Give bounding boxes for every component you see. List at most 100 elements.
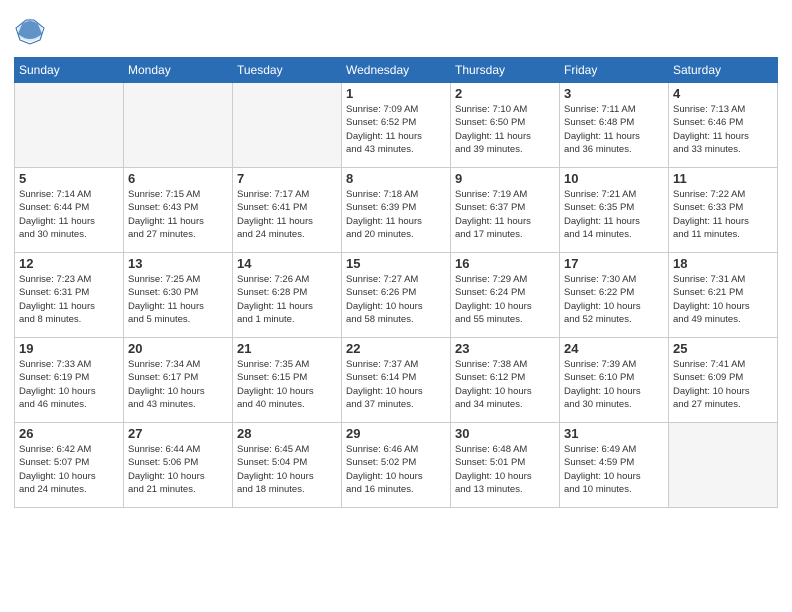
week-row-0: 1 Sunrise: 7:09 AM Sunset: 6:52 PM Daylig… <box>15 83 778 168</box>
calendar-cell: 1 Sunrise: 7:09 AM Sunset: 6:52 PM Daylig… <box>342 83 451 168</box>
day-info: Sunrise: 7:25 AM Sunset: 6:30 PM Dayligh… <box>128 273 228 326</box>
day-info: Sunrise: 7:35 AM Sunset: 6:15 PM Dayligh… <box>237 358 337 411</box>
calendar-cell: 15Sunrise: 7:27 AM Sunset: 6:26 PM Dayli… <box>342 253 451 338</box>
calendar-cell: 5 Sunrise: 7:14 AM Sunset: 6:44 PM Daylig… <box>15 168 124 253</box>
day-number: 15 <box>346 256 446 271</box>
day-number: 9 <box>455 171 555 186</box>
day-number: 20 <box>128 341 228 356</box>
weekday-header-row: SundayMondayTuesdayWednesdayThursdayFrid… <box>15 58 778 83</box>
week-row-2: 12 Sunrise: 7:23 AM Sunset: 6:31 PM Dayli… <box>15 253 778 338</box>
weekday-header-thursday: Thursday <box>451 58 560 83</box>
week-row-4: 26Sunrise: 6:42 AM Sunset: 5:07 PM Dayli… <box>15 423 778 508</box>
day-info: Sunrise: 7:17 AM Sunset: 6:41 PM Dayligh… <box>237 188 337 241</box>
day-number: 3 <box>564 86 664 101</box>
calendar-cell: 13 Sunrise: 7:25 AM Sunset: 6:30 PM Dayli… <box>124 253 233 338</box>
day-number: 25 <box>673 341 773 356</box>
day-number: 1 <box>346 86 446 101</box>
day-info: Sunrise: 7:18 AM Sunset: 6:39 PM Dayligh… <box>346 188 446 241</box>
calendar-cell: 25 Sunrise: 7:41 AM Sunset: 6:09 PM Dayli… <box>669 338 778 423</box>
header <box>14 10 778 51</box>
day-info: Sunrise: 7:15 AM Sunset: 6:43 PM Dayligh… <box>128 188 228 241</box>
day-info: Sunrise: 7:37 AM Sunset: 6:14 PM Dayligh… <box>346 358 446 411</box>
calendar-table: SundayMondayTuesdayWednesdayThursdayFrid… <box>14 57 778 508</box>
weekday-header-monday: Monday <box>124 58 233 83</box>
day-info: Sunrise: 7:09 AM Sunset: 6:52 PM Dayligh… <box>346 103 446 156</box>
day-number: 16 <box>455 256 555 271</box>
calendar-cell: 16 Sunrise: 7:29 AM Sunset: 6:24 PM Dayli… <box>451 253 560 338</box>
day-info: Sunrise: 7:14 AM Sunset: 6:44 PM Dayligh… <box>19 188 119 241</box>
day-number: 28 <box>237 426 337 441</box>
logo <box>14 14 48 51</box>
calendar-cell: 29Sunrise: 6:46 AM Sunset: 5:02 PM Dayli… <box>342 423 451 508</box>
logo-icon <box>14 14 46 46</box>
calendar-cell: 14 Sunrise: 7:26 AM Sunset: 6:28 PM Dayli… <box>233 253 342 338</box>
page-container: SundayMondayTuesdayWednesdayThursdayFrid… <box>0 0 792 612</box>
day-info: Sunrise: 7:11 AM Sunset: 6:48 PM Dayligh… <box>564 103 664 156</box>
day-info: Sunrise: 7:34 AM Sunset: 6:17 PM Dayligh… <box>128 358 228 411</box>
calendar-cell: 7 Sunrise: 7:17 AM Sunset: 6:41 PM Daylig… <box>233 168 342 253</box>
calendar-cell: 2Sunrise: 7:10 AM Sunset: 6:50 PM Daylig… <box>451 83 560 168</box>
day-number: 14 <box>237 256 337 271</box>
day-number: 27 <box>128 426 228 441</box>
calendar-cell: 26Sunrise: 6:42 AM Sunset: 5:07 PM Dayli… <box>15 423 124 508</box>
day-info: Sunrise: 7:22 AM Sunset: 6:33 PM Dayligh… <box>673 188 773 241</box>
day-info: Sunrise: 7:41 AM Sunset: 6:09 PM Dayligh… <box>673 358 773 411</box>
day-number: 2 <box>455 86 555 101</box>
day-number: 31 <box>564 426 664 441</box>
day-number: 26 <box>19 426 119 441</box>
weekday-header-tuesday: Tuesday <box>233 58 342 83</box>
day-info: Sunrise: 6:49 AM Sunset: 4:59 PM Dayligh… <box>564 443 664 496</box>
day-info: Sunrise: 6:45 AM Sunset: 5:04 PM Dayligh… <box>237 443 337 496</box>
day-number: 18 <box>673 256 773 271</box>
day-info: Sunrise: 7:30 AM Sunset: 6:22 PM Dayligh… <box>564 273 664 326</box>
calendar-cell <box>669 423 778 508</box>
day-number: 13 <box>128 256 228 271</box>
calendar-cell: 27 Sunrise: 6:44 AM Sunset: 5:06 PM Dayli… <box>124 423 233 508</box>
calendar-cell: 31 Sunrise: 6:49 AM Sunset: 4:59 PM Dayli… <box>560 423 669 508</box>
calendar-cell: 28 Sunrise: 6:45 AM Sunset: 5:04 PM Dayli… <box>233 423 342 508</box>
day-number: 10 <box>564 171 664 186</box>
calendar-cell <box>15 83 124 168</box>
calendar-cell: 9 Sunrise: 7:19 AM Sunset: 6:37 PM Daylig… <box>451 168 560 253</box>
day-number: 11 <box>673 171 773 186</box>
day-number: 7 <box>237 171 337 186</box>
day-info: Sunrise: 7:29 AM Sunset: 6:24 PM Dayligh… <box>455 273 555 326</box>
day-info: Sunrise: 7:33 AM Sunset: 6:19 PM Dayligh… <box>19 358 119 411</box>
day-number: 30 <box>455 426 555 441</box>
calendar-cell: 8 Sunrise: 7:18 AM Sunset: 6:39 PM Daylig… <box>342 168 451 253</box>
calendar-cell: 19Sunrise: 7:33 AM Sunset: 6:19 PM Dayli… <box>15 338 124 423</box>
day-info: Sunrise: 7:23 AM Sunset: 6:31 PM Dayligh… <box>19 273 119 326</box>
day-number: 8 <box>346 171 446 186</box>
day-info: Sunrise: 7:21 AM Sunset: 6:35 PM Dayligh… <box>564 188 664 241</box>
day-info: Sunrise: 7:13 AM Sunset: 6:46 PM Dayligh… <box>673 103 773 156</box>
calendar-cell: 10 Sunrise: 7:21 AM Sunset: 6:35 PM Dayli… <box>560 168 669 253</box>
day-number: 5 <box>19 171 119 186</box>
weekday-header-wednesday: Wednesday <box>342 58 451 83</box>
day-info: Sunrise: 6:46 AM Sunset: 5:02 PM Dayligh… <box>346 443 446 496</box>
day-info: Sunrise: 7:31 AM Sunset: 6:21 PM Dayligh… <box>673 273 773 326</box>
calendar-cell: 18 Sunrise: 7:31 AM Sunset: 6:21 PM Dayli… <box>669 253 778 338</box>
week-row-3: 19Sunrise: 7:33 AM Sunset: 6:19 PM Dayli… <box>15 338 778 423</box>
day-info: Sunrise: 7:19 AM Sunset: 6:37 PM Dayligh… <box>455 188 555 241</box>
weekday-header-friday: Friday <box>560 58 669 83</box>
day-info: Sunrise: 6:44 AM Sunset: 5:06 PM Dayligh… <box>128 443 228 496</box>
calendar-cell: 11 Sunrise: 7:22 AM Sunset: 6:33 PM Dayli… <box>669 168 778 253</box>
week-row-1: 5 Sunrise: 7:14 AM Sunset: 6:44 PM Daylig… <box>15 168 778 253</box>
calendar-cell: 22Sunrise: 7:37 AM Sunset: 6:14 PM Dayli… <box>342 338 451 423</box>
calendar-cell: 20 Sunrise: 7:34 AM Sunset: 6:17 PM Dayli… <box>124 338 233 423</box>
calendar-cell: 23Sunrise: 7:38 AM Sunset: 6:12 PM Dayli… <box>451 338 560 423</box>
day-number: 21 <box>237 341 337 356</box>
day-info: Sunrise: 7:38 AM Sunset: 6:12 PM Dayligh… <box>455 358 555 411</box>
calendar-cell: 6 Sunrise: 7:15 AM Sunset: 6:43 PM Daylig… <box>124 168 233 253</box>
calendar-cell: 24Sunrise: 7:39 AM Sunset: 6:10 PM Dayli… <box>560 338 669 423</box>
day-number: 17 <box>564 256 664 271</box>
day-number: 12 <box>19 256 119 271</box>
calendar-cell: 4Sunrise: 7:13 AM Sunset: 6:46 PM Daylig… <box>669 83 778 168</box>
calendar-cell: 30Sunrise: 6:48 AM Sunset: 5:01 PM Dayli… <box>451 423 560 508</box>
day-number: 6 <box>128 171 228 186</box>
day-info: Sunrise: 7:26 AM Sunset: 6:28 PM Dayligh… <box>237 273 337 326</box>
calendar-cell: 21 Sunrise: 7:35 AM Sunset: 6:15 PM Dayli… <box>233 338 342 423</box>
calendar-cell: 12 Sunrise: 7:23 AM Sunset: 6:31 PM Dayli… <box>15 253 124 338</box>
weekday-header-saturday: Saturday <box>669 58 778 83</box>
calendar-cell: 3 Sunrise: 7:11 AM Sunset: 6:48 PM Daylig… <box>560 83 669 168</box>
